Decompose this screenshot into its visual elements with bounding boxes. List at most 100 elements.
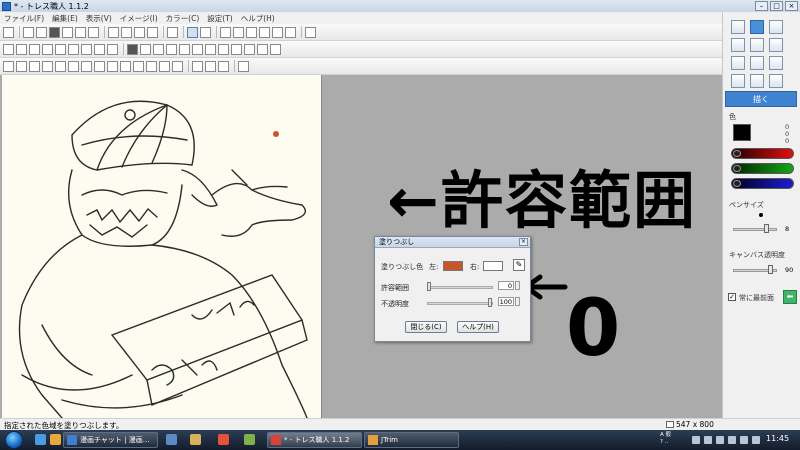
redo-icon[interactable] — [200, 26, 211, 38]
layer-tool-icon[interactable] — [731, 56, 745, 70]
taskbar-item-browser[interactable]: 漫画チャット | 漫画... — [63, 432, 158, 448]
drawing-canvas[interactable] — [2, 75, 322, 418]
filter-color-icon[interactable] — [159, 60, 170, 72]
flip-horizontal-icon[interactable] — [16, 43, 27, 55]
save-tool-icon[interactable] — [769, 74, 783, 88]
zoom-options-icon[interactable] — [192, 60, 203, 72]
line-icon[interactable] — [259, 26, 270, 38]
scissors-tool-icon[interactable] — [769, 56, 783, 70]
threshold-icon[interactable] — [257, 43, 268, 55]
filter-extra-icon[interactable] — [172, 60, 183, 72]
clock[interactable]: 11:45 — [766, 434, 789, 443]
resize-icon[interactable] — [55, 43, 66, 55]
menu-settings[interactable]: 設定(T) — [203, 12, 236, 24]
filter-trace-icon[interactable] — [107, 60, 118, 72]
flip-vertical-icon[interactable] — [3, 43, 14, 55]
blue-slider-knob[interactable] — [733, 180, 741, 187]
delete-icon[interactable] — [167, 26, 178, 38]
opacity-slider[interactable] — [427, 302, 493, 305]
back-arrow-icon[interactable]: ⬅ — [783, 290, 797, 304]
tray-app-icon[interactable] — [692, 436, 700, 444]
dialog-close-action-button[interactable]: 閉じる(C) — [405, 321, 447, 333]
brightness-icon[interactable] — [140, 43, 151, 55]
copy-icon[interactable] — [121, 26, 132, 38]
canvas-opacity-slider-thumb[interactable] — [768, 265, 774, 274]
gamma-icon[interactable] — [179, 43, 190, 55]
contrast-icon[interactable] — [153, 43, 164, 55]
grid-icon[interactable] — [220, 26, 231, 38]
tolerance-slider-thumb[interactable] — [427, 282, 431, 291]
menu-file[interactable]: ファイル(F) — [0, 12, 48, 24]
rotate-icon[interactable] — [81, 43, 92, 55]
tool-shortcut-icon[interactable] — [244, 434, 255, 445]
tray-network-icon[interactable] — [728, 436, 736, 444]
green-slider[interactable] — [731, 163, 794, 174]
draw-button[interactable]: 描く — [725, 91, 797, 107]
folder-tool-icon[interactable] — [750, 74, 764, 88]
taskbar-item-trace[interactable]: * - トレス職人 1.1.2 — [267, 432, 362, 448]
print-icon[interactable] — [75, 26, 86, 38]
eraser-tool-icon[interactable] — [731, 38, 745, 52]
undo-tool-icon[interactable] — [750, 20, 764, 34]
filter-edge-icon[interactable] — [55, 60, 66, 72]
menu-view[interactable]: 表示(V) — [82, 12, 116, 24]
always-front-checkbox[interactable]: ✓ — [728, 293, 736, 301]
copy-tool-icon[interactable] — [750, 56, 764, 70]
tray-extra-icon[interactable] — [752, 436, 760, 444]
blue-slider[interactable] — [731, 178, 794, 189]
maximize-button[interactable]: □ — [770, 1, 783, 11]
eyedropper-icon[interactable] — [238, 60, 249, 72]
show-desktop-icon[interactable] — [35, 434, 46, 445]
filter-glow-icon[interactable] — [133, 60, 144, 72]
zoom-out-icon[interactable] — [218, 60, 229, 72]
folder-shortcut-icon[interactable] — [190, 434, 201, 445]
undo-icon[interactable] — [187, 26, 198, 38]
rotate-free-icon[interactable] — [94, 43, 105, 55]
delete-tool-icon[interactable] — [769, 38, 783, 52]
grayscale-icon[interactable] — [205, 43, 216, 55]
ime-indicator[interactable]: A 般? ‥ — [660, 432, 671, 446]
redo-tool-icon[interactable] — [769, 20, 783, 34]
tray-flag-icon[interactable] — [704, 436, 712, 444]
pen-size-slider[interactable] — [733, 228, 777, 231]
curves-icon[interactable] — [244, 43, 255, 55]
save-icon[interactable] — [49, 26, 60, 38]
rotate-right-icon[interactable] — [42, 43, 53, 55]
tolerance-slider[interactable] — [427, 286, 493, 289]
dialog-close-button[interactable]: × — [519, 238, 528, 246]
dialog-help-button[interactable]: ヘルプ(H) — [457, 321, 499, 333]
pen-size-slider-thumb[interactable] — [764, 224, 770, 233]
filter-emboss-icon[interactable] — [42, 60, 53, 72]
open-folder-icon[interactable] — [36, 26, 47, 38]
start-button[interactable] — [5, 431, 23, 449]
opacity-slider-thumb[interactable] — [488, 298, 492, 307]
invert-icon[interactable] — [192, 43, 203, 55]
filter-mosaic-icon[interactable] — [68, 60, 79, 72]
close-button[interactable]: × — [785, 1, 798, 11]
text-icon[interactable] — [233, 26, 244, 38]
green-slider-knob[interactable] — [733, 165, 741, 172]
shape-icon[interactable] — [246, 26, 257, 38]
taskbar-item-jtrim[interactable]: JTrim — [364, 432, 459, 448]
paste-new-icon[interactable] — [147, 26, 158, 38]
menu-color[interactable]: カラー(C) — [162, 12, 204, 24]
filter-shadow-icon[interactable] — [120, 60, 131, 72]
levels-icon[interactable] — [231, 43, 242, 55]
crop-icon[interactable] — [68, 43, 79, 55]
eyedropper-icon[interactable]: ✎ — [513, 259, 525, 271]
layer-icon[interactable] — [272, 26, 283, 38]
filter-blur-icon[interactable] — [3, 60, 14, 72]
explorer-icon[interactable] — [50, 434, 61, 445]
cut-icon[interactable] — [108, 26, 119, 38]
hue-icon[interactable] — [166, 43, 177, 55]
clear-tool-icon[interactable] — [750, 38, 764, 52]
save-as-icon[interactable] — [62, 26, 73, 38]
fill-icon[interactable] — [127, 43, 138, 55]
media-shortcut-icon[interactable] — [218, 434, 229, 445]
filter-noise-icon[interactable] — [29, 60, 40, 72]
panel-icon[interactable] — [305, 26, 316, 38]
current-color-swatch[interactable] — [733, 124, 751, 141]
rotate-left-icon[interactable] — [29, 43, 40, 55]
new-file-icon[interactable] — [3, 26, 14, 38]
red-slider-knob[interactable] — [733, 150, 741, 157]
